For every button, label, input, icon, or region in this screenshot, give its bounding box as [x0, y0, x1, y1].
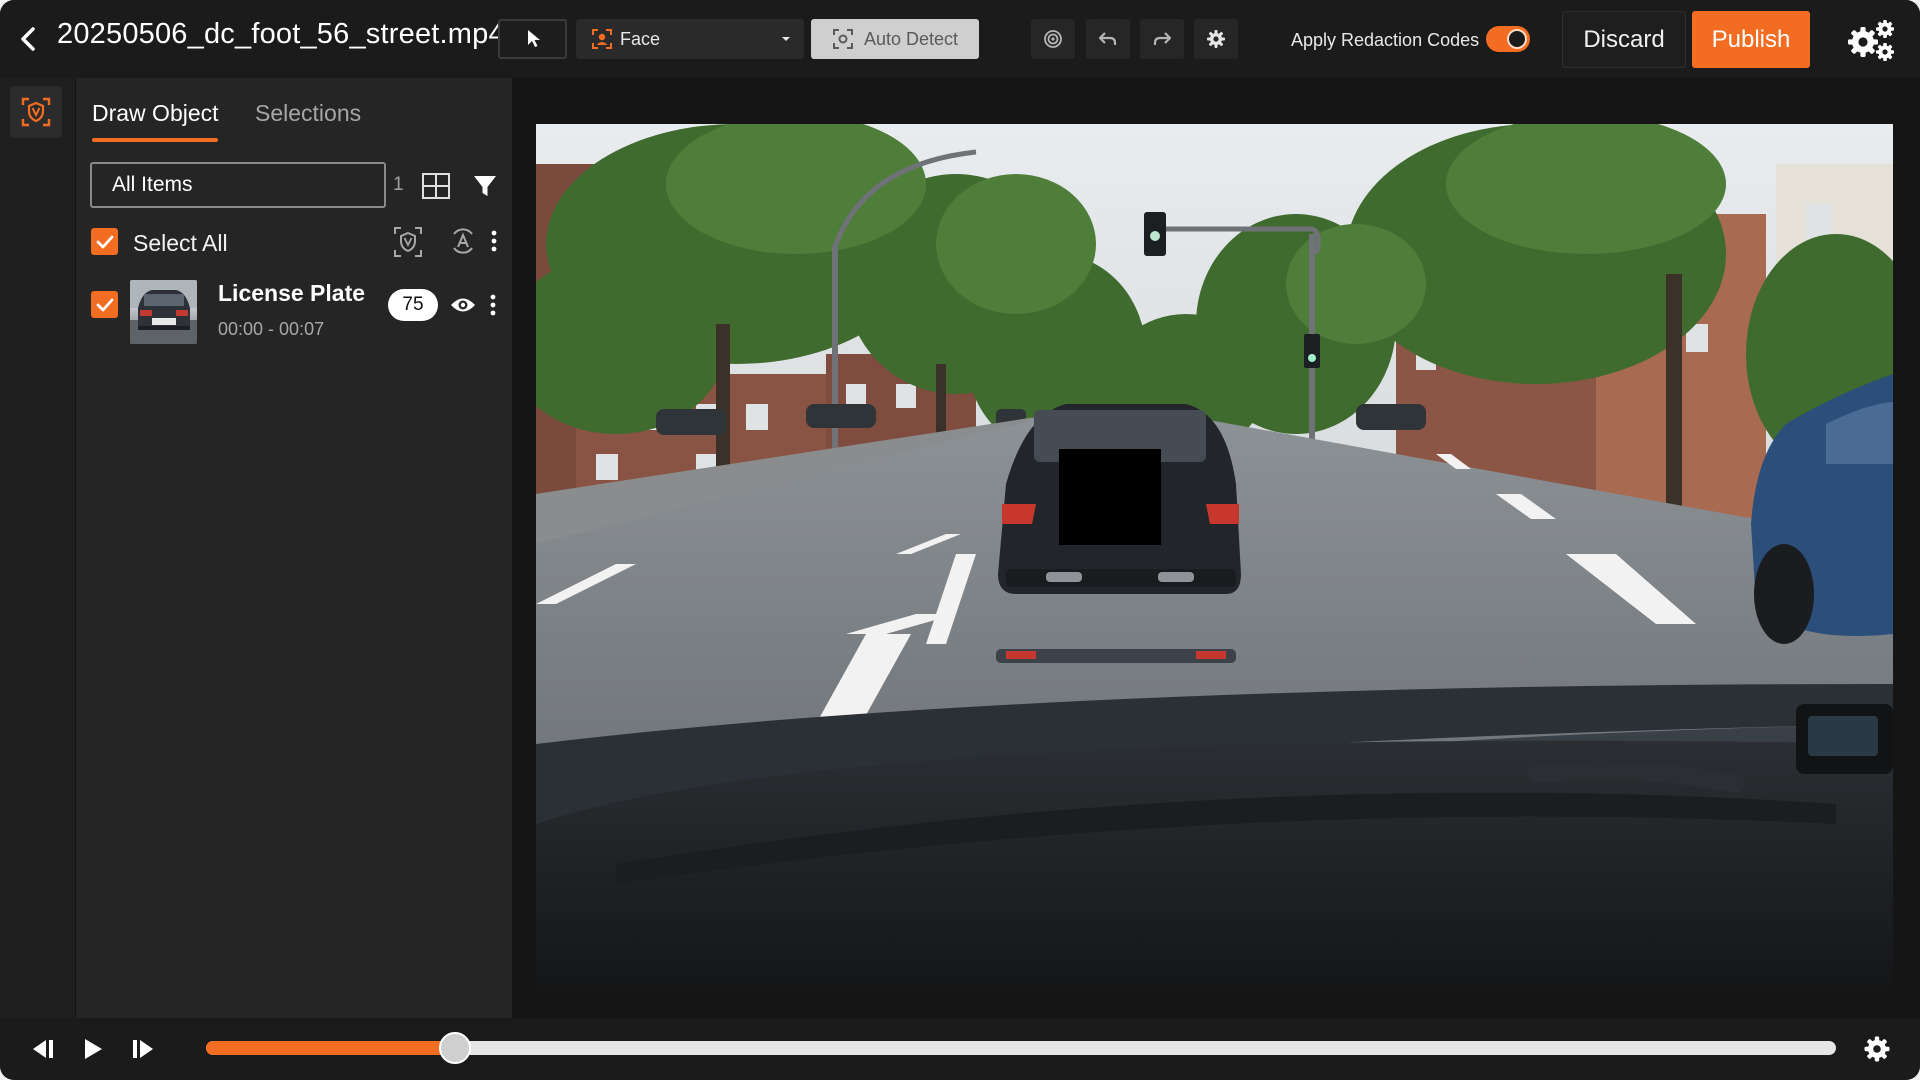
active-tab-indicator: [92, 138, 218, 142]
objects-panel: Draw Object Selections 1: [76, 78, 512, 1018]
tool-settings-button[interactable]: [1194, 19, 1238, 59]
apply-redaction-codes-label: Apply Redaction Codes: [1291, 30, 1480, 50]
redaction-editor: 20250506_dc_foot_56_street.mp4 Face Auto: [0, 0, 1920, 1080]
gear-icon: [1207, 30, 1225, 48]
item-time-range: 00:00 - 00:07: [218, 319, 325, 339]
gears-icon: [1848, 20, 1894, 61]
eye-icon: [451, 298, 475, 312]
playback-bar: [0, 1018, 1920, 1080]
item-count-badge: 75: [388, 289, 438, 321]
auto-detect-label: Auto Detect: [863, 28, 959, 49]
scan-focus-icon: [832, 29, 853, 49]
select-all-more-button[interactable]: [486, 226, 502, 256]
timeline-progress: [206, 1041, 456, 1055]
filter-icon: [474, 176, 496, 196]
undo-button[interactable]: [1086, 19, 1130, 59]
auto-code-icon: [453, 228, 473, 254]
detect-type-value: Face: [620, 28, 661, 49]
pointer-tool-button[interactable]: [498, 19, 567, 59]
apply-redaction-codes-toggle[interactable]: [1486, 26, 1530, 52]
street-scene-image: [536, 124, 1893, 990]
search-input[interactable]: [112, 173, 383, 197]
check-icon: [96, 235, 113, 248]
redo-button[interactable]: [1140, 19, 1184, 59]
redact-all-button[interactable]: [393, 226, 423, 258]
discard-button[interactable]: Discard: [1562, 11, 1686, 68]
shield-icon: [394, 227, 422, 257]
item-title: License Plate: [218, 280, 366, 306]
step-back-icon: [33, 1040, 53, 1058]
playback-settings-button[interactable]: [1860, 1032, 1894, 1066]
grid-view-button[interactable]: [421, 171, 451, 201]
settings-button[interactable]: [1847, 18, 1895, 62]
publish-button[interactable]: Publish: [1692, 11, 1810, 68]
detect-type-select[interactable]: Face: [576, 19, 804, 59]
search-box: 1: [90, 162, 404, 208]
file-title: 20250506_dc_foot_56_street.mp4: [57, 18, 505, 50]
play-icon: [85, 1039, 102, 1059]
filter-button[interactable]: [471, 171, 499, 201]
gear-icon: [1864, 1036, 1890, 1062]
grid-icon: [422, 173, 450, 199]
left-rail: [0, 78, 76, 1018]
video-frame[interactable]: [536, 124, 1893, 990]
item-visibility-button[interactable]: [448, 292, 478, 318]
select-all-checkbox[interactable]: [91, 228, 118, 255]
tab-draw-object[interactable]: Draw Object: [92, 100, 219, 127]
select-all-label: Select All: [133, 230, 228, 256]
tab-selections[interactable]: Selections: [255, 100, 361, 127]
redo-icon: [1153, 32, 1172, 45]
top-bar: 20250506_dc_foot_56_street.mp4 Face Auto: [0, 0, 1920, 78]
item-thumbnail: [130, 280, 197, 344]
play-button[interactable]: [76, 1032, 110, 1066]
more-vertical-icon: [491, 230, 497, 252]
cursor-pointer-icon: [527, 30, 540, 47]
chevron-left-icon: [21, 27, 35, 51]
redaction-tool-button[interactable]: [10, 86, 62, 138]
face-detect-icon: [592, 29, 612, 49]
car-thumbnail-image: [130, 280, 197, 344]
more-vertical-icon: [490, 294, 496, 316]
timeline-slider[interactable]: [206, 1032, 1836, 1064]
auto-code-button[interactable]: [449, 226, 477, 256]
item-more-button[interactable]: [485, 290, 501, 320]
timeline-handle[interactable]: [439, 1032, 472, 1064]
undo-icon: [1098, 32, 1117, 45]
target-icon: [1044, 30, 1062, 48]
target-button[interactable]: [1031, 19, 1075, 59]
auto-detect-button[interactable]: Auto Detect: [811, 19, 979, 59]
search-result-count: 1: [393, 174, 404, 195]
prev-frame-button[interactable]: [26, 1032, 60, 1066]
caret-down-icon: [782, 37, 790, 41]
item-checkbox[interactable]: [91, 291, 118, 318]
toggle-knob: [1507, 29, 1527, 49]
shield-redact-icon: [21, 97, 51, 127]
video-stage: [512, 78, 1920, 1018]
check-icon: [96, 298, 113, 311]
next-frame-button[interactable]: [126, 1032, 160, 1066]
back-button[interactable]: [14, 22, 42, 56]
step-forward-icon: [133, 1040, 153, 1058]
